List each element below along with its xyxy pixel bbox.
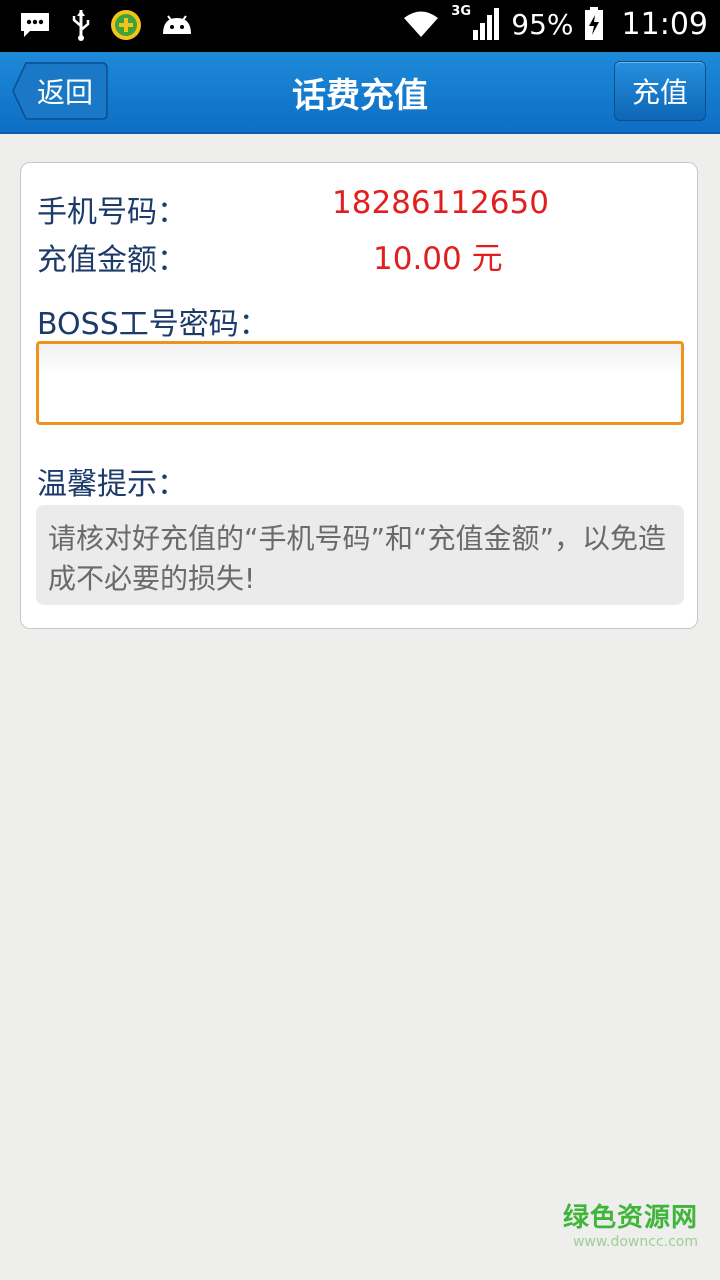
tip-title: 温馨提示： <box>37 467 187 502</box>
boss-password-input[interactable] <box>36 341 684 425</box>
app-360-icon <box>111 10 141 40</box>
amount-row: 充值金额： 10.00 元 <box>37 235 681 278</box>
usb-icon <box>72 10 90 41</box>
android-icon <box>163 15 191 34</box>
boss-password-label: BOSS工号密码： <box>37 307 269 342</box>
signal-bars-icon <box>473 8 500 40</box>
recharge-form-card: 手机号码： 18286112650 充值金额： 10.00 元 BOSS工号密码… <box>20 162 698 629</box>
battery-charging-icon <box>584 7 603 40</box>
phone-value: 18286112650 <box>332 185 549 221</box>
amount-value: 10.00 元 <box>373 241 503 277</box>
title-bar: 返回 话费充值 充值 <box>0 52 720 134</box>
watermark: 绿色资源网 www.downcc.com <box>563 1197 698 1250</box>
status-bar-system: 3G 95% 11:09 <box>401 4 708 42</box>
tip-text: 请核对好充值的“手机号码”和“充值金额”，以免造成不必要的损失! <box>36 505 684 605</box>
clock: 11:09 <box>621 6 708 42</box>
wifi-icon <box>404 11 439 37</box>
message-icon <box>21 13 49 37</box>
phone-row: 手机号码： 18286112650 <box>37 185 681 230</box>
status-bar: 3G 95% 11:09 <box>0 0 720 52</box>
status-bar-notifications <box>18 8 194 42</box>
battery-percent: 95% <box>511 7 574 41</box>
amount-label: 充值金额： <box>37 243 187 278</box>
watermark-url: www.downcc.com <box>572 1234 698 1250</box>
watermark-main: 绿色资源网 <box>562 1203 698 1233</box>
phone-label: 手机号码： <box>37 195 187 230</box>
page-title: 话费充值 <box>292 76 428 116</box>
signal-indicator: 3G <box>451 4 501 42</box>
recharge-button[interactable]: 充值 <box>614 61 706 121</box>
